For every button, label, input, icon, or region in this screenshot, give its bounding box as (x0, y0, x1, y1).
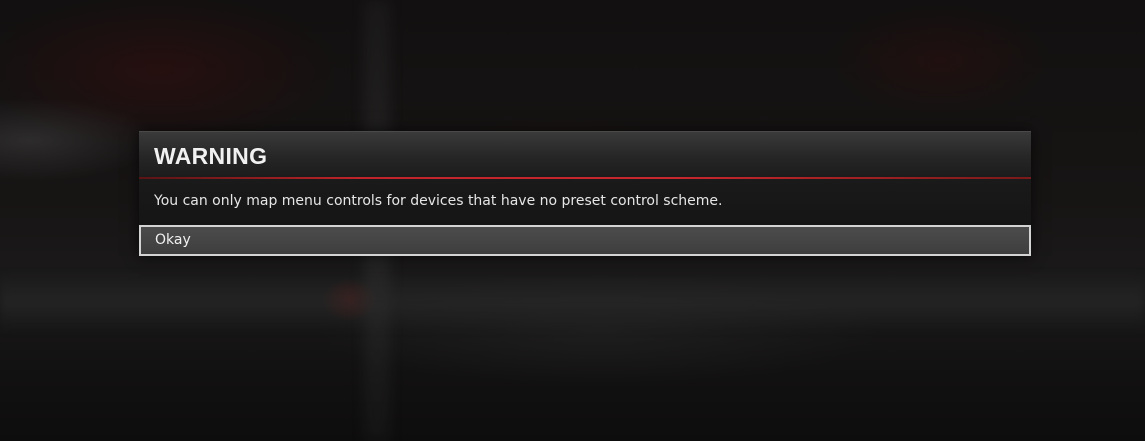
dialog-body: You can only map menu controls for devic… (139, 179, 1031, 225)
dialog-header: WARNING (139, 131, 1031, 177)
okay-button-label: Okay (155, 232, 191, 248)
dialog-message: You can only map menu controls for devic… (154, 193, 723, 209)
okay-button[interactable]: Okay (139, 225, 1031, 256)
background-band (0, 272, 1145, 332)
dialog-title: WARNING (154, 143, 268, 169)
warning-dialog: WARNING You can only map menu controls f… (139, 131, 1031, 256)
